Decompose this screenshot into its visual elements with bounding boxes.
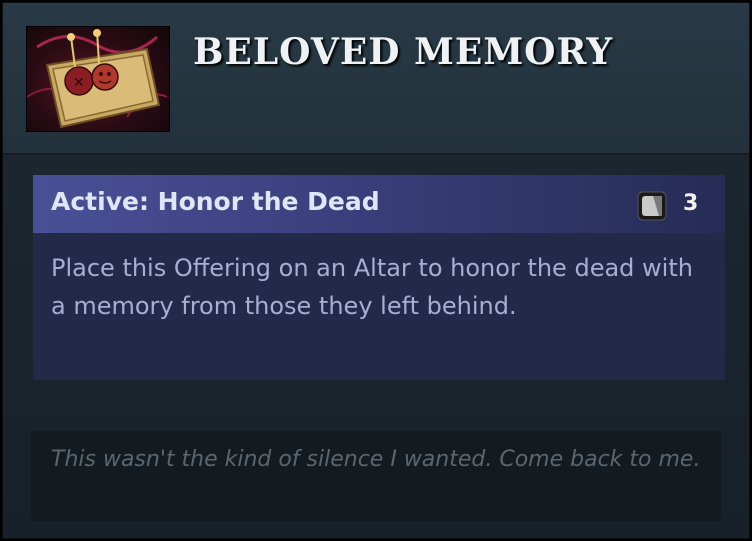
- lore-text: This wasn't the kind of silence I wanted…: [51, 447, 701, 472]
- ability-header: Active: Honor the Dead 3: [33, 175, 725, 233]
- item-tooltip: ✕ BELOVED MEMORY Active: Honor the Dead: [2, 2, 750, 539]
- ability-block: Active: Honor the Dead 3 Place this Offe…: [33, 175, 725, 380]
- item-title: BELOVED MEMORY: [193, 31, 614, 73]
- tooltip-header: ✕ BELOVED MEMORY: [3, 3, 749, 155]
- lore-box: This wasn't the kind of silence I wanted…: [31, 431, 721, 521]
- ability-name: Active: Honor the Dead: [51, 187, 380, 216]
- ability-description: Place this Offering on an Altar to honor…: [51, 254, 693, 320]
- svg-text:✕: ✕: [73, 75, 85, 91]
- charges-value: 3: [683, 191, 699, 216]
- charges-icon: [637, 191, 667, 221]
- beloved-memory-item-icon: ✕: [27, 27, 169, 131]
